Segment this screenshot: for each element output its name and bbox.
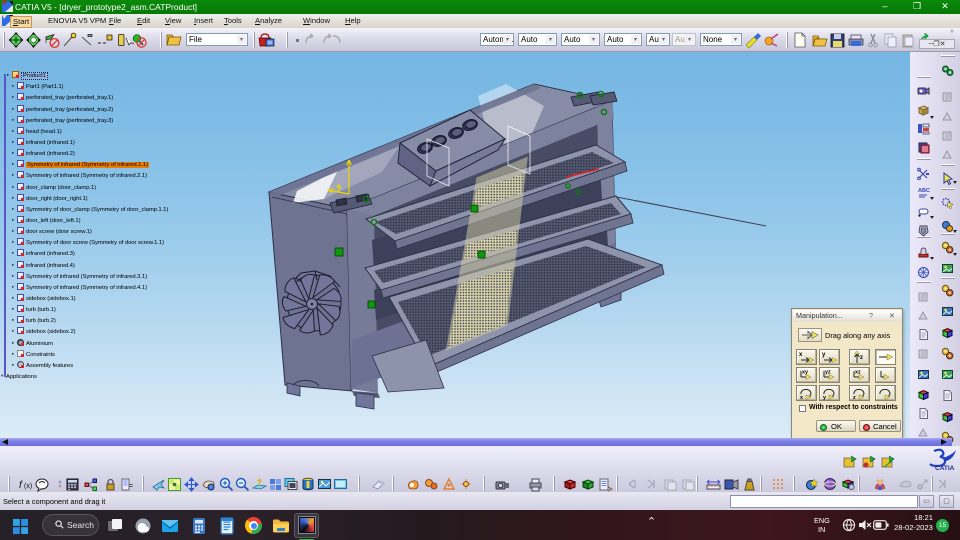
svg-text:f: f xyxy=(19,480,23,491)
svg-text:yz: yz xyxy=(825,370,831,376)
svg-text:CATIA: CATIA xyxy=(935,465,955,472)
svg-text:xz: xz xyxy=(855,370,861,376)
svg-text:z: z xyxy=(853,395,856,400)
svg-text:y: y xyxy=(822,352,826,358)
svg-text:ABC: ABC xyxy=(918,188,930,194)
svg-text:(x): (x) xyxy=(24,483,32,490)
svg-text:y: y xyxy=(823,395,826,400)
svg-text:=: = xyxy=(129,483,133,490)
svg-text:x: x xyxy=(799,352,803,358)
svg-text:xy: xy xyxy=(802,370,808,376)
svg-text:z: z xyxy=(860,355,863,361)
svg-text:x: x xyxy=(800,395,803,400)
